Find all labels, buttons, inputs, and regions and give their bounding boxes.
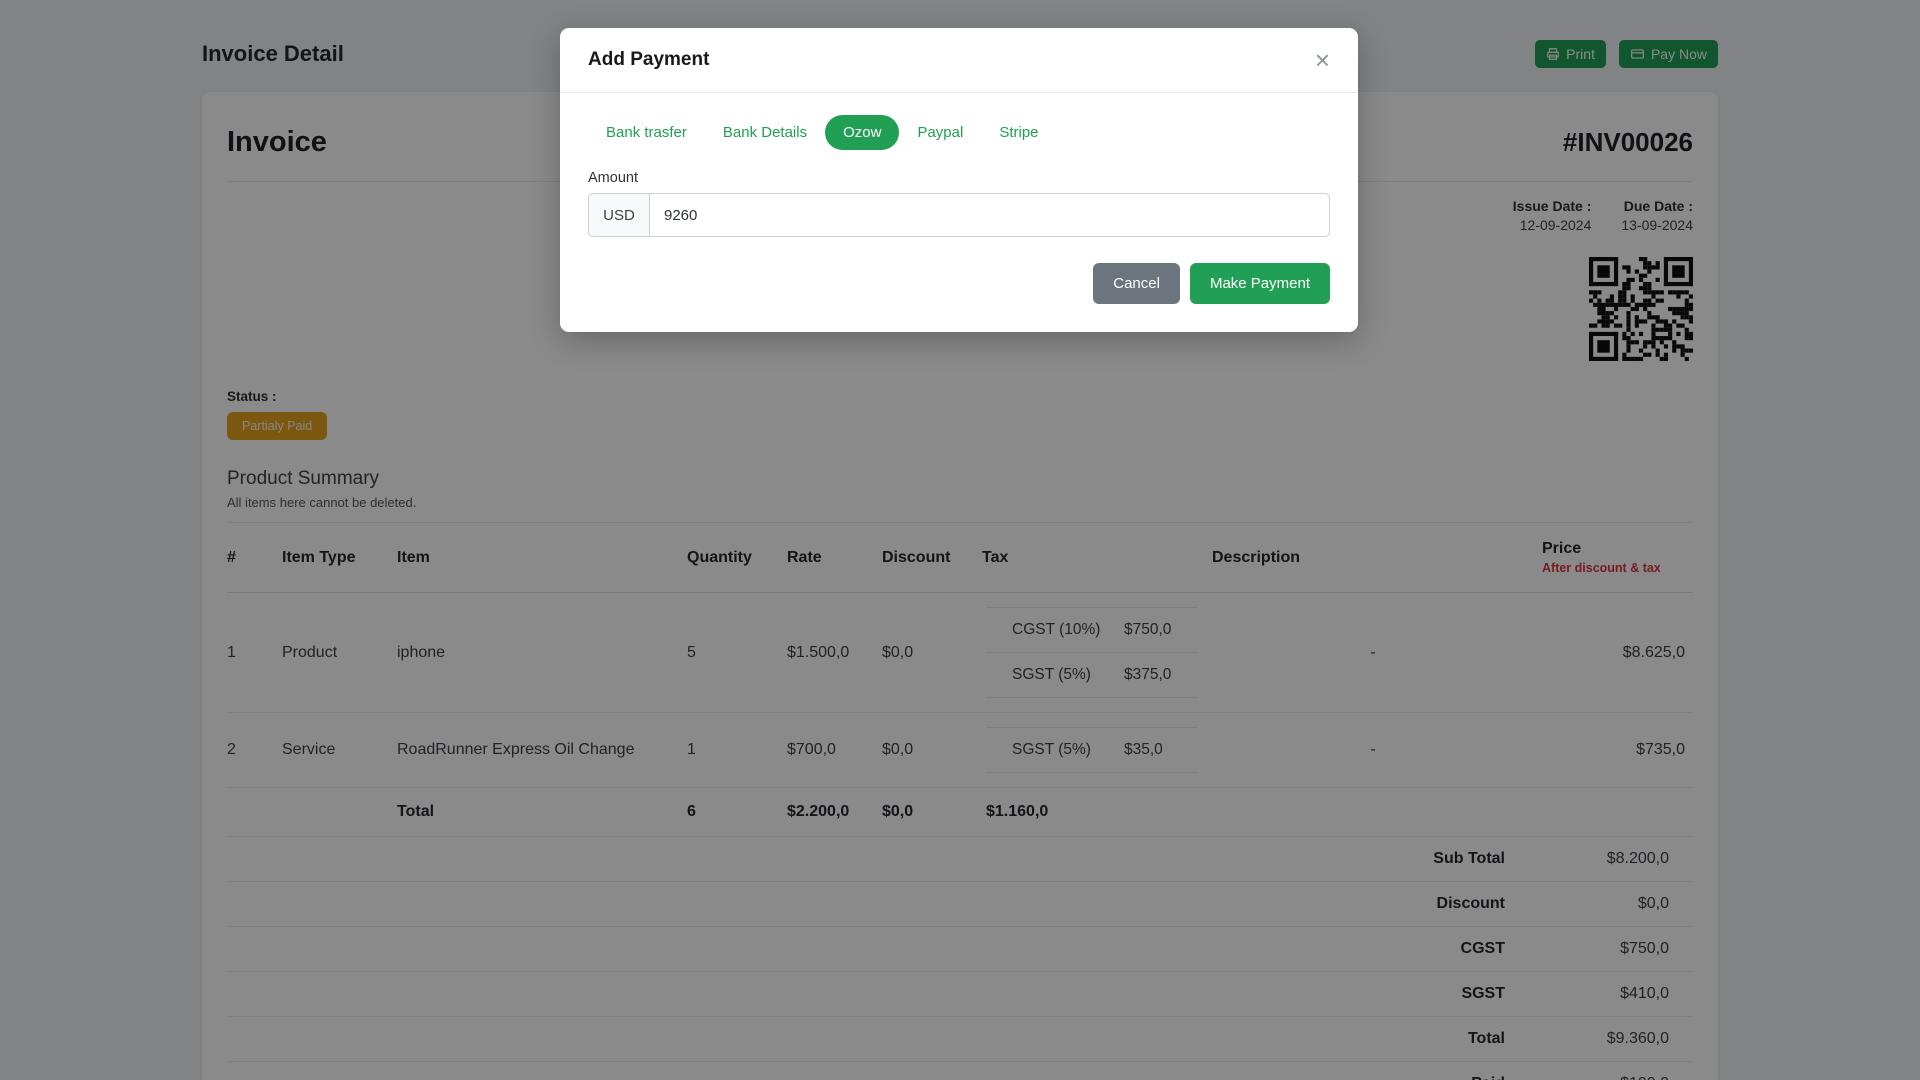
amount-input-group: USD bbox=[588, 193, 1330, 237]
tab-ozow[interactable]: Ozow bbox=[825, 115, 900, 150]
close-icon[interactable]: × bbox=[1315, 47, 1330, 73]
tab-bank-details[interactable]: Bank Details bbox=[705, 115, 825, 150]
tab-bank-transfer[interactable]: Bank trasfer bbox=[588, 115, 705, 150]
tab-stripe[interactable]: Stripe bbox=[981, 115, 1056, 150]
currency-addon: USD bbox=[588, 193, 650, 237]
modal-header: Add Payment × bbox=[560, 28, 1358, 93]
modal-footer: Cancel Make Payment bbox=[560, 245, 1358, 332]
make-payment-button[interactable]: Make Payment bbox=[1189, 263, 1330, 304]
modal-title: Add Payment bbox=[588, 49, 710, 70]
amount-label: Amount bbox=[588, 170, 638, 186]
add-payment-modal: Add Payment × Bank trasfer Bank Details … bbox=[560, 28, 1358, 332]
tab-paypal[interactable]: Paypal bbox=[899, 115, 981, 150]
cancel-button[interactable]: Cancel bbox=[1093, 263, 1180, 304]
amount-input[interactable] bbox=[650, 193, 1330, 237]
payment-method-tabs: Bank trasfer Bank Details Ozow Paypal St… bbox=[588, 115, 1330, 150]
